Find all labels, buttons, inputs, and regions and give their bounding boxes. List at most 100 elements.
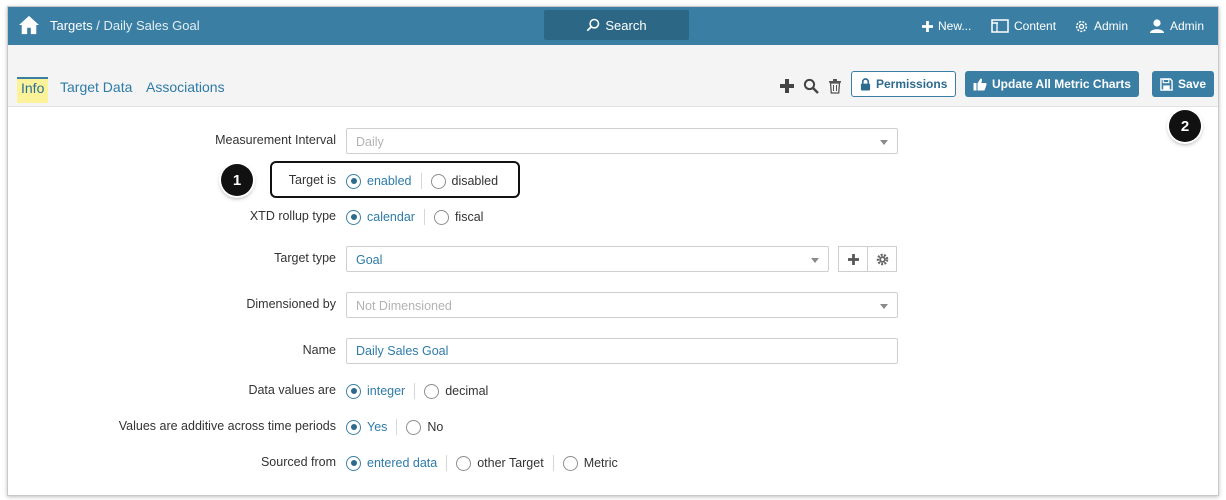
target-is-row: Target is enabled disabled [8,168,1218,194]
search-icon [587,18,600,32]
name-input[interactable] [346,338,898,364]
sourced-from-label: Sourced from [260,455,336,469]
tab-info[interactable]: Info [17,77,49,103]
gear-icon [876,253,888,265]
xtd-rollup-radio-group: calendar fiscal [346,207,483,227]
name-row: Name [8,338,1218,364]
data-values-label: Data values are [248,383,336,397]
target-type-value: Goal [356,253,383,267]
xtd-rollup-label: XTD rollup type [249,209,336,223]
content-menu[interactable]: Content [991,7,1056,45]
save-label: Save [1178,77,1207,91]
radio-divider [396,419,398,435]
user-label: Admin [1170,19,1205,33]
radio-selected-icon [346,419,361,435]
xtd-calendar-radio[interactable]: calendar [346,209,415,225]
chevron-down-icon [880,140,888,145]
measurement-interval-label: Measurement Interval [215,133,336,147]
additive-radio-group: Yes No [346,417,443,437]
dimensioned-by-row: Dimensioned by Not Dimensioned [8,292,1218,318]
save-icon [1160,77,1173,91]
add-target-type-button[interactable] [838,246,868,272]
radio-unselected-icon [433,209,449,225]
entered-data-radio[interactable]: entered data [346,455,438,471]
dimensioned-by-value: Not Dimensioned [356,299,452,313]
radio-divider [423,209,425,225]
search-button[interactable]: Search [544,10,689,40]
thumbs-up-icon [973,78,987,90]
metric-label: Metric [583,456,618,470]
measurement-interval-select[interactable]: Daily [346,128,898,154]
measurement-interval-row: Measurement Interval Daily [8,128,1218,154]
breadcrumb-current: Daily Sales Goal [103,18,200,33]
target-type-select[interactable]: Goal [346,246,829,272]
admin-menu[interactable]: Admin [1074,7,1128,45]
radio-unselected-icon [424,383,440,399]
breadcrumb-separator: / [92,18,104,33]
additive-row: Values are additive across time periods … [8,414,1218,440]
content-label: Content [1014,19,1057,33]
target-is-highlight-box [270,161,520,198]
radio-divider [446,455,448,471]
radio-unselected-icon [456,455,472,471]
gear-icon [1075,20,1088,32]
decimal-label: decimal [445,384,489,398]
content-icon [991,19,1009,33]
additive-yes-radio[interactable]: Yes [346,419,387,435]
data-values-row: Data values are integer decimal [8,378,1218,404]
add-icon[interactable] [779,78,795,94]
chevron-down-icon [811,258,819,263]
search-label: Search [605,17,647,33]
app-window: Targets / Daily Sales Goal Search New...… [7,6,1219,496]
chevron-down-icon [880,304,888,309]
xtd-fiscal-radio[interactable]: fiscal [433,209,484,225]
permissions-button[interactable]: Permissions [851,71,957,97]
new-label: New... [938,19,972,33]
breadcrumb-targets-link[interactable]: Targets [50,18,93,33]
home-icon[interactable] [18,15,40,35]
tab-target-data[interactable]: Target Data [56,77,136,103]
user-menu[interactable]: Admin [1149,7,1204,45]
update-all-metric-charts-button[interactable]: Update All Metric Charts [965,71,1139,97]
configure-target-type-button[interactable] [867,246,897,272]
xtd-rollup-row: XTD rollup type calendar fiscal [8,204,1218,230]
trash-icon[interactable] [827,78,843,94]
decimal-radio[interactable]: decimal [424,383,489,399]
metric-radio[interactable]: Metric [562,455,618,471]
additive-no-radio[interactable]: No [406,419,444,435]
step-1-badge: 1 [221,164,253,196]
admin-label: Admin [1094,19,1129,33]
measurement-interval-value: Daily [356,135,384,149]
integer-radio[interactable]: integer [346,383,406,399]
name-label: Name [302,343,336,357]
target-type-label: Target type [274,251,336,265]
radio-selected-icon [346,383,361,399]
plus-icon [847,253,859,265]
radio-unselected-icon [406,419,422,435]
entered-data-label: entered data [367,456,438,470]
radio-unselected-icon [562,455,578,471]
top-nav-bar: Targets / Daily Sales Goal Search New...… [8,7,1218,45]
xtd-fiscal-label: fiscal [454,210,484,224]
new-menu[interactable]: New... [922,7,971,45]
dimensioned-by-select[interactable]: Not Dimensioned [346,292,898,318]
radio-divider [414,383,416,399]
search-icon[interactable] [803,78,819,94]
integer-label: integer [367,384,406,398]
toolbar: Info Target Data Associations Permission… [8,45,1218,107]
other-target-radio[interactable]: other Target [456,455,544,471]
user-icon [1150,19,1164,33]
lock-icon [860,77,871,90]
plus-icon [922,20,933,32]
radio-selected-icon [346,209,361,225]
additive-label: Values are additive across time periods [118,419,336,433]
tab-associations[interactable]: Associations [142,77,229,103]
target-type-row: Target type Goal [8,246,1218,272]
xtd-calendar-label: calendar [367,210,415,224]
save-button[interactable]: Save [1152,71,1215,97]
sourced-from-radio-group: entered data other Target Metric [346,453,618,473]
breadcrumb: Targets / Daily Sales Goal [50,18,200,33]
permissions-label: Permissions [876,77,948,91]
additive-no-label: No [427,420,444,434]
step-2-badge: 2 [1169,110,1201,142]
